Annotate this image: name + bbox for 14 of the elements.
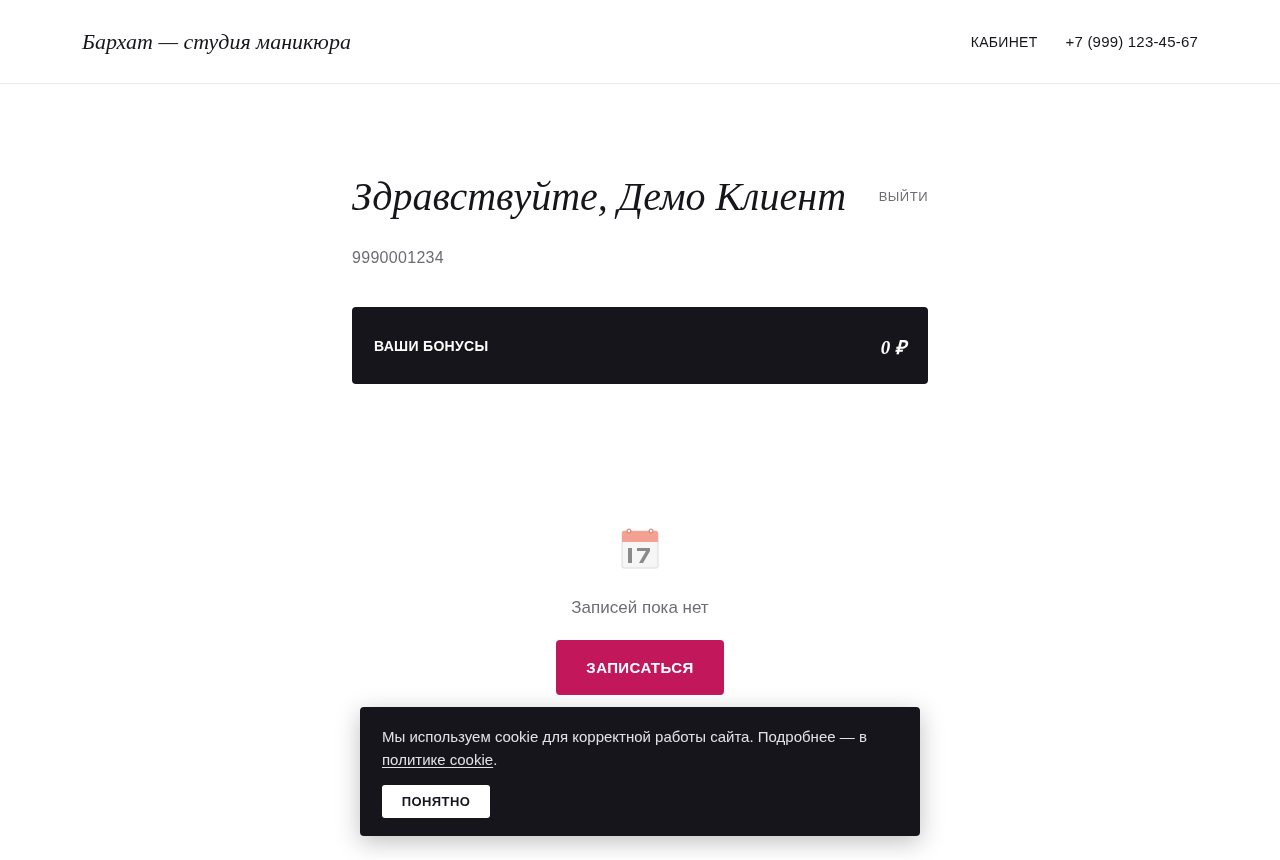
bonus-label: ВАШИ БОНУСЫ [374,337,489,354]
book-button[interactable]: ЗАПИСАТЬСЯ [556,640,724,695]
site-logo[interactable]: Бархат — студия маникюра [82,28,351,55]
bonus-amount: 0 ₽ [880,335,906,360]
greeting-heading: Здравствуйте, Демо Клиент [352,173,847,221]
client-phone: 9990001234 [352,248,444,268]
accept-button[interactable]: ПОНЯТНО [382,785,490,818]
nav-link[interactable]: КАБИНЕТ [970,33,1038,50]
logout-button[interactable]: ВЫЙТИ [878,189,928,204]
cookie-policy-link[interactable]: политике cookie [382,751,494,768]
empty-message: Записей пока нет [571,597,709,619]
phone-link[interactable]: +7 (999) 123-45-67 [1065,33,1198,50]
cookie-notice: Мы используем cookie для корректной работы сайта. Подробнее — в политике cookie. [382,727,868,770]
calendar-icon [619,527,661,569]
